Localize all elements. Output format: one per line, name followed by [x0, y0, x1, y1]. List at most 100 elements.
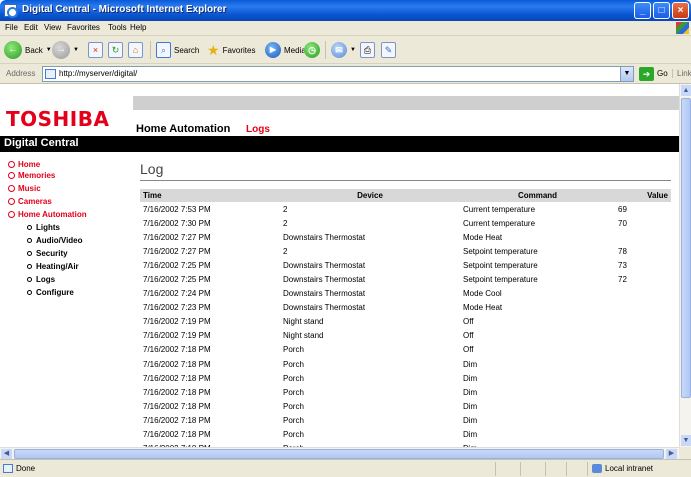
cell-command: Mode Cool	[463, 289, 502, 299]
cell-time: 7/16/2002 7:53 PM	[143, 204, 211, 214]
cell-device: Porch	[283, 345, 304, 355]
menu-tools[interactable]: Tools	[108, 23, 127, 32]
home-button[interactable]: ⌂	[128, 40, 143, 60]
print-button[interactable]: ⎙	[360, 40, 375, 60]
vertical-scrollbar[interactable]: ▲ ▼	[679, 84, 691, 447]
scroll-corner	[679, 447, 691, 459]
cell-command: Dim	[463, 401, 478, 411]
back-button[interactable]: ← Back ▼	[4, 40, 52, 60]
cell-device: 2	[283, 204, 288, 214]
bullet-icon	[8, 161, 15, 168]
menu-edit[interactable]: Edit	[24, 23, 38, 32]
address-bar: Address http://myserver/digital/ ▼ ➔ Go …	[0, 64, 691, 84]
nav-configure[interactable]: Configure	[27, 288, 74, 297]
cell-command: Setpoint temperature	[463, 246, 538, 256]
table-row: 7/16/2002 7:25 PM Downstairs Thermostat Se…	[140, 258, 671, 272]
edit-icon: ✎	[381, 42, 396, 58]
nav-cameras[interactable]: Cameras	[8, 197, 52, 206]
close-button[interactable]: ×	[672, 2, 689, 19]
menu-file[interactable]: File	[5, 23, 18, 32]
favorites-star-icon: ★	[207, 41, 220, 58]
nav-home-automation[interactable]: Home Automation	[8, 210, 87, 219]
mail-dropdown-icon[interactable]: ▼	[350, 47, 356, 53]
cell-command: Dim	[463, 415, 478, 425]
nav-audio-video[interactable]: Audio/Video	[27, 236, 83, 245]
nav-memories[interactable]: Memories	[8, 171, 55, 180]
scroll-down-icon[interactable]: ▼	[681, 435, 691, 446]
menu-view[interactable]: View	[44, 23, 61, 32]
scroll-right-icon[interactable]: ▶	[666, 449, 677, 459]
maximize-button[interactable]: □	[653, 2, 670, 19]
window-title-bar[interactable]: Digital Central - Microsoft Internet Exp…	[0, 0, 691, 21]
cell-time: 7/16/2002 7:24 PM	[143, 289, 211, 299]
nav-heating-air[interactable]: Heating/Air	[27, 262, 79, 271]
bullet-icon	[27, 225, 32, 230]
mail-icon: ✉	[331, 42, 347, 58]
stop-icon: ×	[88, 42, 103, 58]
menu-help[interactable]: Help	[130, 23, 146, 32]
cell-value	[615, 301, 671, 315]
column-header-time: Time	[140, 189, 280, 202]
forward-dropdown-icon[interactable]: ▼	[73, 47, 79, 53]
cell-value: 70	[618, 218, 627, 228]
nav-home[interactable]: Home	[8, 160, 40, 169]
bullet-icon	[8, 198, 15, 205]
heading-divider	[140, 180, 671, 181]
scroll-left-icon[interactable]: ◀	[1, 449, 12, 459]
cell-value	[615, 399, 671, 413]
cell-value	[615, 428, 671, 442]
security-zone: Local intranet	[605, 464, 654, 473]
nav-security[interactable]: Security	[27, 249, 68, 258]
print-icon: ⎙	[360, 42, 375, 58]
history-icon: ◷	[304, 42, 320, 58]
log-rows: 7/16/2002 7:53 PM 2 Current temperature 69 7…	[140, 202, 671, 447]
cell-time: 7/16/2002 7:18 PM	[143, 373, 211, 383]
page-icon	[45, 69, 56, 79]
cell-command: Mode Heat	[463, 303, 503, 313]
address-dropdown-button[interactable]: ▼	[620, 66, 634, 82]
address-url: http://myserver/digital/	[59, 69, 138, 78]
cell-command: Dim	[463, 387, 478, 397]
cell-time: 7/16/2002 7:18 PM	[143, 387, 211, 397]
cell-value	[615, 343, 671, 357]
section-title: Home Automation	[136, 123, 231, 135]
back-dropdown-icon[interactable]: ▼	[46, 47, 52, 53]
nav-logs[interactable]: Logs	[27, 275, 55, 284]
window-title: Digital Central - Microsoft Internet Exp…	[22, 4, 227, 15]
go-button[interactable]: Go	[657, 69, 668, 78]
bullet-icon	[8, 185, 15, 192]
bullet-icon	[27, 238, 32, 243]
nav-lights[interactable]: Lights	[27, 223, 60, 232]
menu-favorites[interactable]: Favorites	[67, 23, 100, 32]
hscroll-thumb[interactable]	[14, 449, 664, 459]
address-input[interactable]: http://myserver/digital/	[42, 66, 621, 82]
favorites-button[interactable]: ★ Favorites	[207, 40, 255, 60]
history-button[interactable]: ◷	[304, 40, 320, 60]
cell-value	[615, 371, 671, 385]
links-button[interactable]: Links	[672, 69, 691, 78]
cell-value: 69	[618, 204, 627, 214]
cell-value: 72	[618, 275, 627, 285]
bullet-icon	[8, 211, 15, 218]
cell-command: Setpoint temperature	[463, 275, 538, 285]
forward-button[interactable]: → ▼	[52, 40, 79, 60]
toolbar-separator	[325, 41, 326, 59]
go-arrow-icon[interactable]: ➔	[639, 67, 654, 81]
mail-button[interactable]: ✉ ▼	[331, 40, 356, 60]
edit-button[interactable]: ✎	[381, 40, 396, 60]
nav-music[interactable]: Music	[8, 184, 41, 193]
stop-button[interactable]: ×	[88, 40, 103, 60]
status-divider	[520, 462, 521, 476]
search-button[interactable]: ⌕ Search	[156, 40, 199, 60]
refresh-button[interactable]: ↻	[108, 40, 123, 60]
cell-time: 7/16/2002 7:27 PM	[143, 232, 211, 242]
minimize-button[interactable]: _	[634, 2, 651, 19]
cell-device: Porch	[283, 359, 304, 369]
scroll-up-icon[interactable]: ▲	[681, 85, 691, 96]
status-text: Done	[16, 464, 36, 473]
horizontal-scrollbar[interactable]: ◀ ▶	[0, 447, 679, 459]
local-intranet-icon	[592, 464, 602, 473]
bullet-icon	[27, 251, 32, 256]
media-button[interactable]: ▶ Media	[265, 40, 306, 60]
scroll-thumb[interactable]	[681, 98, 691, 398]
